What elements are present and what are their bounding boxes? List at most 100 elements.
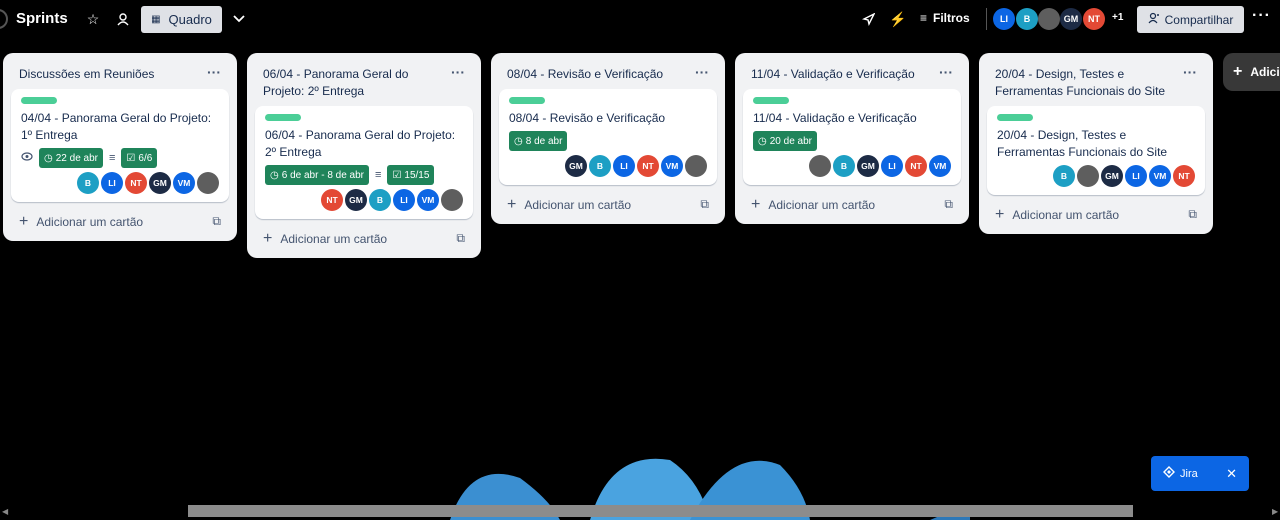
- member-avatar-photo[interactable]: [809, 155, 831, 177]
- add-card-button[interactable]: + Adicionar um cartão ⧉: [499, 185, 717, 216]
- member-avatar-gm[interactable]: GM: [345, 189, 367, 211]
- create-from-template-icon[interactable]: ⧉: [456, 231, 465, 246]
- card-label-green[interactable]: [265, 114, 301, 121]
- create-from-template-icon[interactable]: ⧉: [212, 214, 221, 229]
- member-avatar-photo[interactable]: [197, 172, 219, 194]
- card[interactable]: 04/04 - Panorama Geral do Projeto: 1º En…: [11, 89, 229, 202]
- workspace-visibility-icon[interactable]: [112, 8, 134, 30]
- scroll-right-icon[interactable]: ▶: [1272, 507, 1278, 516]
- more-options-icon[interactable]: ···: [1252, 7, 1271, 25]
- member-avatar-b[interactable]: B: [369, 189, 391, 211]
- list-title[interactable]: 08/04 - Revisão e Verificação: [507, 66, 663, 83]
- scroll-left-icon[interactable]: ◀: [2, 507, 8, 516]
- member-avatar-nt[interactable]: NT: [905, 155, 927, 177]
- card[interactable]: 20/04 - Design, Testes e Ferramentas Fun…: [987, 106, 1205, 195]
- add-card-button[interactable]: + Adicionar um cartão ⧉: [255, 219, 473, 250]
- add-card-button[interactable]: + Adicionar um cartão ⧉: [987, 195, 1205, 226]
- add-card-button[interactable]: + Adicionar um cartão ⧉: [743, 185, 961, 216]
- member-avatar-b[interactable]: B: [833, 155, 855, 177]
- list-header[interactable]: 08/04 - Revisão e Verificação ···: [499, 53, 717, 89]
- member-avatar-gm[interactable]: GM: [1060, 8, 1082, 30]
- card-badges: ◷ 6 de abr - 8 de abr ≡ ☑ 15/15: [265, 165, 463, 185]
- member-avatar-vm[interactable]: VM: [661, 155, 683, 177]
- list-panorama-2: 06/04 - Panorama Geral do Projeto: 2º En…: [247, 53, 481, 258]
- list-header[interactable]: 20/04 - Design, Testes e Ferramentas Fun…: [987, 53, 1205, 106]
- workspace-logo-icon[interactable]: [0, 9, 8, 29]
- member-avatar-photo[interactable]: [441, 189, 463, 211]
- filters-button[interactable]: ≡ Filtros: [920, 11, 970, 25]
- list-header[interactable]: 11/04 - Validação e Verificação ···: [743, 53, 961, 89]
- member-avatar-li[interactable]: LI: [101, 172, 123, 194]
- member-avatar-li[interactable]: LI: [881, 155, 903, 177]
- due-date-text: 8 de abr: [525, 135, 563, 147]
- create-from-template-icon[interactable]: ⧉: [700, 197, 709, 212]
- member-avatar-nt[interactable]: NT: [1173, 165, 1195, 187]
- member-avatar-li[interactable]: LI: [393, 189, 415, 211]
- power-ups-icon[interactable]: [857, 8, 879, 30]
- list-title[interactable]: 20/04 - Design, Testes e Ferramentas Fun…: [995, 66, 1183, 100]
- list-menu-icon[interactable]: ···: [451, 65, 465, 79]
- list-title[interactable]: Discussões em Reuniões: [19, 66, 154, 83]
- card[interactable]: 08/04 - Revisão e Verificação ◷ 8 de abr…: [499, 89, 717, 185]
- more-members-count[interactable]: +1: [1112, 12, 1123, 23]
- card[interactable]: 06/04 - Panorama Geral do Projeto: 2º En…: [255, 106, 473, 219]
- list-menu-icon[interactable]: ···: [1183, 65, 1197, 79]
- automation-icon[interactable]: ⚡: [887, 8, 909, 30]
- add-card-button[interactable]: + Adicionar um cartão ⧉: [11, 202, 229, 233]
- star-icon[interactable]: ☆: [82, 8, 104, 30]
- scrollbar-thumb[interactable]: [188, 505, 1133, 517]
- board-view-button[interactable]: ▦ Quadro: [141, 6, 222, 33]
- card-label-green[interactable]: [21, 97, 57, 104]
- jira-widget[interactable]: Jira ✕: [1151, 456, 1249, 491]
- list-title[interactable]: 11/04 - Validação e Verificação: [751, 66, 915, 83]
- clock-icon: ◷: [270, 169, 279, 181]
- list-header[interactable]: 06/04 - Panorama Geral do Projeto: 2º En…: [255, 53, 473, 106]
- close-icon[interactable]: ✕: [1226, 466, 1237, 482]
- add-list-button[interactable]: + Adici: [1223, 53, 1280, 91]
- member-avatar-vm[interactable]: VM: [1149, 165, 1171, 187]
- list-menu-icon[interactable]: ···: [207, 65, 221, 79]
- member-avatar-gm[interactable]: GM: [149, 172, 171, 194]
- filters-label: Filtros: [933, 11, 970, 25]
- member-avatar-nt[interactable]: NT: [125, 172, 147, 194]
- member-avatar-vm[interactable]: VM: [173, 172, 195, 194]
- list-title[interactable]: 06/04 - Panorama Geral do Projeto: 2º En…: [263, 66, 451, 100]
- create-from-template-icon[interactable]: ⧉: [1188, 207, 1197, 222]
- member-avatar-nt[interactable]: NT: [637, 155, 659, 177]
- card-title: 04/04 - Panorama Geral do Projeto: 1º En…: [21, 111, 212, 142]
- checklist-badge: ☑ 6/6: [121, 148, 158, 168]
- member-avatar-li[interactable]: LI: [993, 8, 1015, 30]
- member-avatar-li[interactable]: LI: [613, 155, 635, 177]
- card-label-green[interactable]: [509, 97, 545, 104]
- plus-icon: +: [19, 212, 29, 230]
- due-date-badge[interactable]: ◷ 22 de abr: [39, 148, 103, 168]
- chevron-down-icon[interactable]: [228, 8, 250, 30]
- member-avatar-vm[interactable]: VM: [417, 189, 439, 211]
- due-date-badge[interactable]: ◷ 20 de abr: [753, 131, 817, 151]
- member-avatar-li[interactable]: LI: [1125, 165, 1147, 187]
- list-header[interactable]: Discussões em Reuniões ···: [11, 53, 229, 89]
- member-avatar-b[interactable]: B: [1053, 165, 1075, 187]
- due-date-badge[interactable]: ◷ 6 de abr - 8 de abr: [265, 165, 370, 185]
- card-label-green[interactable]: [997, 114, 1033, 121]
- member-avatar-b[interactable]: B: [589, 155, 611, 177]
- board-title[interactable]: Sprints: [16, 10, 68, 27]
- member-avatar-gm[interactable]: GM: [857, 155, 879, 177]
- member-avatar-b[interactable]: B: [77, 172, 99, 194]
- member-avatar-gm[interactable]: GM: [1101, 165, 1123, 187]
- share-button[interactable]: Compartilhar: [1137, 6, 1244, 33]
- member-avatar-nt[interactable]: NT: [1083, 8, 1105, 30]
- list-menu-icon[interactable]: ···: [695, 65, 709, 79]
- create-from-template-icon[interactable]: ⧉: [944, 197, 953, 212]
- member-avatar-photo[interactable]: [1038, 8, 1060, 30]
- member-avatar-b[interactable]: B: [1016, 8, 1038, 30]
- member-avatar-photo[interactable]: [1077, 165, 1099, 187]
- list-menu-icon[interactable]: ···: [939, 65, 953, 79]
- member-avatar-vm[interactable]: VM: [929, 155, 951, 177]
- due-date-badge[interactable]: ◷ 8 de abr: [509, 131, 568, 151]
- member-avatar-nt[interactable]: NT: [321, 189, 343, 211]
- member-avatar-photo[interactable]: [685, 155, 707, 177]
- member-avatar-gm[interactable]: GM: [565, 155, 587, 177]
- card[interactable]: 11/04 - Validação e Verificação ◷ 20 de …: [743, 89, 961, 185]
- card-label-green[interactable]: [753, 97, 789, 104]
